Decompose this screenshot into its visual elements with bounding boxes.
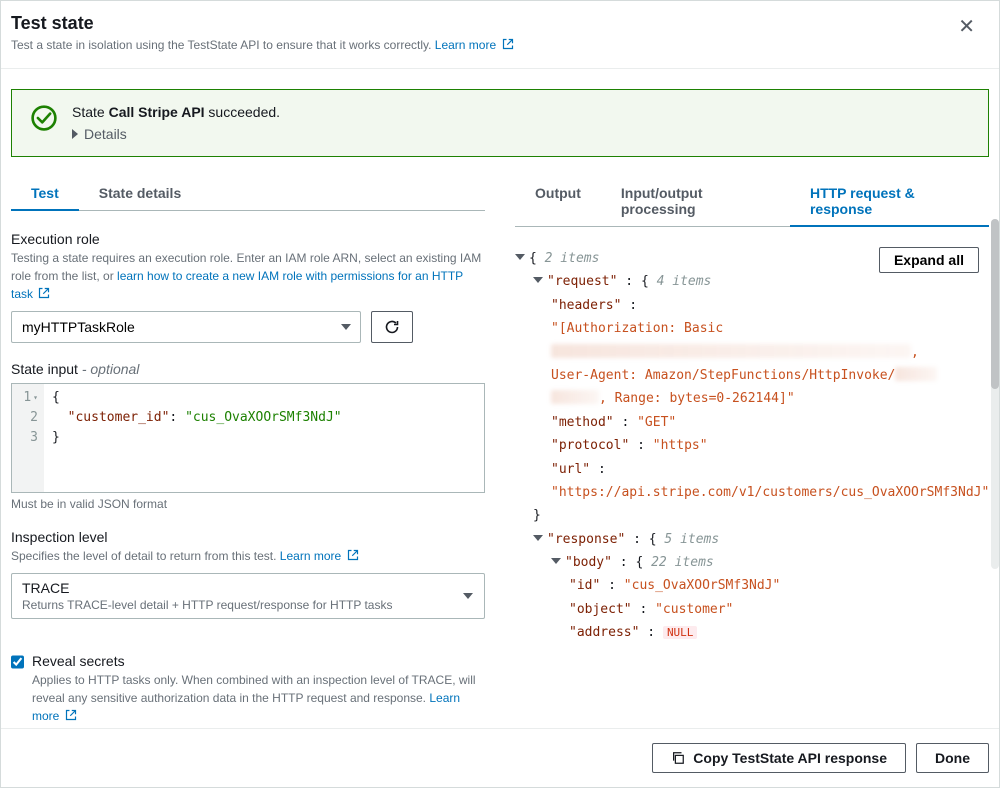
json-protocol: "protocol" : "https" (515, 434, 989, 457)
tab-test[interactable]: Test (11, 177, 79, 211)
reveal-secrets-help: Applies to HTTP tasks only. When combine… (32, 671, 485, 725)
execution-role-select[interactable] (11, 311, 361, 343)
refresh-roles-button[interactable] (371, 311, 413, 343)
json-format-hint: Must be in valid JSON format (11, 497, 485, 511)
close-button[interactable]: ✕ (954, 13, 979, 41)
execution-role-section: Execution role Testing a state requires … (11, 231, 485, 343)
execution-role-help: Testing a state requires an execution ro… (11, 249, 485, 303)
inspection-level-select[interactable]: TRACE Returns TRACE-level detail + HTTP … (11, 573, 485, 619)
reveal-secrets-label: Reveal secrets (32, 653, 485, 669)
success-icon (30, 104, 58, 132)
refresh-icon (384, 319, 400, 335)
json-object: "object" : "customer" (515, 598, 989, 621)
json-url-key: "url" : (515, 458, 989, 481)
external-link-icon (502, 38, 514, 50)
json-method: "method" : "GET" (515, 411, 989, 434)
scrollbar[interactable] (991, 219, 999, 569)
editor-gutter: 1▾ 2 3 (12, 384, 44, 492)
state-input-editor[interactable]: 1▾ 2 3 { "customer_id": "cus_OvaXOOrSMf3… (11, 383, 485, 493)
scrollbar-thumb[interactable] (991, 219, 999, 389)
reveal-secrets-checkbox[interactable] (11, 655, 24, 669)
json-headers-val: "[Authorization: Basic (515, 317, 989, 340)
right-tabs: Output Input/output processing HTTP requ… (515, 177, 989, 227)
alert-details-toggle[interactable]: Details (72, 126, 127, 142)
inspection-learn-more-link[interactable]: Learn more (280, 549, 359, 563)
state-input-section: State input - optional 1▾ 2 3 { "custome… (11, 361, 485, 511)
external-link-icon (347, 549, 359, 561)
state-input-label: State input - optional (11, 361, 485, 377)
tab-output[interactable]: Output (515, 177, 601, 227)
copy-response-button[interactable]: Copy TestState API response (652, 743, 906, 773)
success-alert: State Call Stripe API succeeded. Details (11, 89, 989, 157)
reveal-secrets-row: Reveal secrets Applies to HTTP tasks onl… (11, 653, 485, 725)
tab-state-details[interactable]: State details (79, 177, 201, 211)
expand-all-button[interactable]: Expand all (879, 247, 979, 273)
execution-role-label: Execution role (11, 231, 485, 247)
editor-body[interactable]: { "customer_id": "cus_OvaXOOrSMf3NdJ" } (44, 384, 484, 492)
learn-more-link[interactable]: Learn more (435, 38, 514, 52)
copy-icon (671, 751, 685, 765)
inspection-level-help: Specifies the level of detail to return … (11, 547, 485, 565)
external-link-icon (65, 709, 77, 721)
modal-subtitle: Test a state in isolation using the Test… (11, 38, 514, 52)
tab-http[interactable]: HTTP request & response (790, 177, 989, 227)
caret-right-icon (72, 129, 78, 139)
inspection-level-section: Inspection level Specifies the level of … (11, 529, 485, 619)
modal-footer: Copy TestState API response Done (1, 728, 999, 787)
tab-io-processing[interactable]: Input/output processing (601, 177, 790, 227)
modal-title: Test state (11, 13, 514, 34)
modal-header: Test state Test a state in isolation usi… (1, 1, 999, 69)
caret-down-icon (515, 254, 525, 260)
test-state-modal: Test state Test a state in isolation usi… (0, 0, 1000, 788)
alert-message: State Call Stripe API succeeded. (72, 104, 970, 120)
json-request[interactable]: "request" : { 4 items (515, 270, 989, 293)
json-headers-key: "headers" : (515, 294, 989, 317)
caret-down-icon (533, 535, 543, 541)
caret-down-icon (551, 558, 561, 564)
json-address: "address" : NULL (515, 621, 989, 644)
json-viewer: Expand all { 2 items "request" : { 4 ite… (515, 247, 989, 716)
inspection-level-label: Inspection level (11, 529, 485, 545)
json-url-val: "https://api.stripe.com/v1/customers/cus… (515, 481, 989, 504)
json-body[interactable]: "body" : { 22 items (515, 551, 989, 574)
external-link-icon (38, 287, 50, 299)
caret-down-icon (533, 277, 543, 283)
done-button[interactable]: Done (916, 743, 989, 773)
json-response[interactable]: "response" : { 5 items (515, 528, 989, 551)
left-tabs: Test State details (11, 177, 485, 211)
json-id: "id" : "cus_OvaXOOrSMf3NdJ" (515, 574, 989, 597)
